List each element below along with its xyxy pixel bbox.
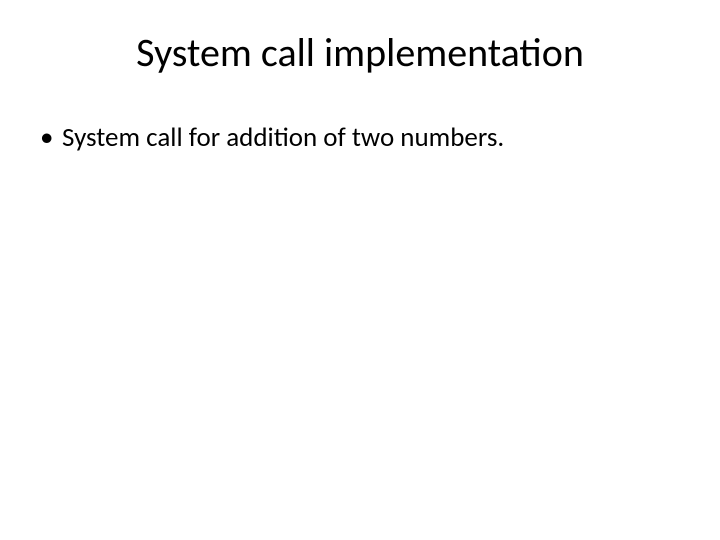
bullet-item: System call for addition of two numbers. [38,121,684,155]
bullet-list: System call for addition of two numbers. [36,121,684,155]
slide: System call implementation System call f… [0,0,720,540]
slide-title: System call implementation [36,28,684,77]
